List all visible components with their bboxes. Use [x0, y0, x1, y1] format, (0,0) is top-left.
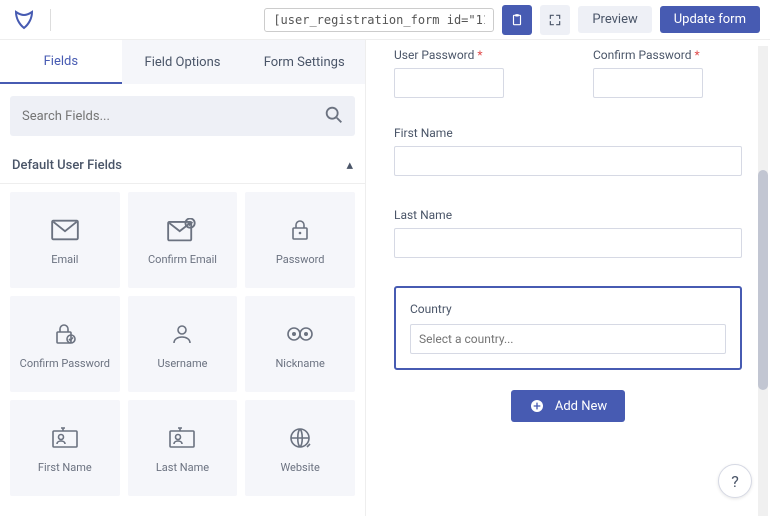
first-name-input[interactable] [394, 146, 742, 176]
category-label: Default User Fields [12, 158, 122, 173]
copy-shortcode-button[interactable] [502, 5, 532, 35]
field-tile-confirm-email[interactable]: Confirm Email [128, 192, 238, 288]
id-icon [51, 423, 79, 453]
update-form-button[interactable]: Update form [660, 6, 760, 33]
add-new-label: Add New [555, 399, 607, 414]
mail-check-icon [167, 215, 197, 245]
fullscreen-button[interactable] [540, 5, 570, 35]
confirm-password-label: Confirm Password * [593, 48, 742, 62]
tab-field-options[interactable]: Field Options [122, 40, 244, 84]
tile-label: First Name [38, 461, 92, 474]
tile-label: Last Name [156, 461, 209, 474]
last-name-label: Last Name [394, 208, 742, 222]
scrollbar-thumb[interactable] [758, 170, 768, 390]
tile-label: Website [280, 461, 319, 474]
tile-label: Nickname [275, 357, 324, 370]
user-icon [170, 319, 194, 349]
field-tile-lastname[interactable]: Last Name [128, 400, 238, 496]
chevron-up-icon: ▴ [346, 158, 353, 173]
user-password-input[interactable] [394, 68, 504, 98]
country-select[interactable] [410, 324, 726, 354]
expand-icon [548, 13, 562, 27]
country-field-selected[interactable]: Country [394, 286, 742, 370]
lock-icon [288, 215, 312, 245]
tile-label: Confirm Password [20, 357, 110, 370]
clipboard-icon [510, 13, 524, 27]
app-logo [10, 6, 38, 34]
field-tile-email[interactable]: Email [10, 192, 120, 288]
field-tile-firstname[interactable]: First Name [10, 400, 120, 496]
tile-label: Password [276, 253, 325, 266]
preview-button[interactable]: Preview [578, 6, 651, 33]
tab-form-settings[interactable]: Form Settings [243, 40, 365, 84]
field-tile-website[interactable]: Website [245, 400, 355, 496]
field-tile-confirm-password[interactable]: Confirm Password [10, 296, 120, 392]
search-input[interactable] [10, 96, 355, 136]
field-tile-nickname[interactable]: Nickname [245, 296, 355, 392]
divider [50, 9, 51, 31]
id-icon [168, 423, 196, 453]
last-name-input[interactable] [394, 228, 742, 258]
shortcode-input[interactable] [264, 8, 494, 32]
mail-icon [51, 215, 79, 245]
tile-label: Confirm Email [148, 253, 217, 266]
add-new-row-button[interactable]: Add New [511, 390, 625, 422]
user-password-label: User Password * [394, 48, 543, 62]
globe-icon [287, 423, 313, 453]
country-label: Country [410, 302, 726, 316]
category-default-user-fields[interactable]: Default User Fields ▴ [0, 148, 365, 184]
tab-fields[interactable]: Fields [0, 40, 122, 84]
lock-check-icon [52, 319, 78, 349]
confirm-password-input[interactable] [593, 68, 703, 98]
tile-label: Email [51, 253, 78, 266]
eyes-icon [286, 319, 314, 349]
field-tile-username[interactable]: Username [128, 296, 238, 392]
form-canvas[interactable]: User Password * Confirm Password * First… [366, 40, 770, 516]
field-tile-password[interactable]: Password [245, 192, 355, 288]
plus-circle-icon [529, 398, 545, 414]
first-name-label: First Name [394, 126, 742, 140]
search-icon [323, 104, 345, 130]
help-button[interactable]: ? [718, 464, 752, 498]
tile-label: Username [158, 357, 208, 370]
